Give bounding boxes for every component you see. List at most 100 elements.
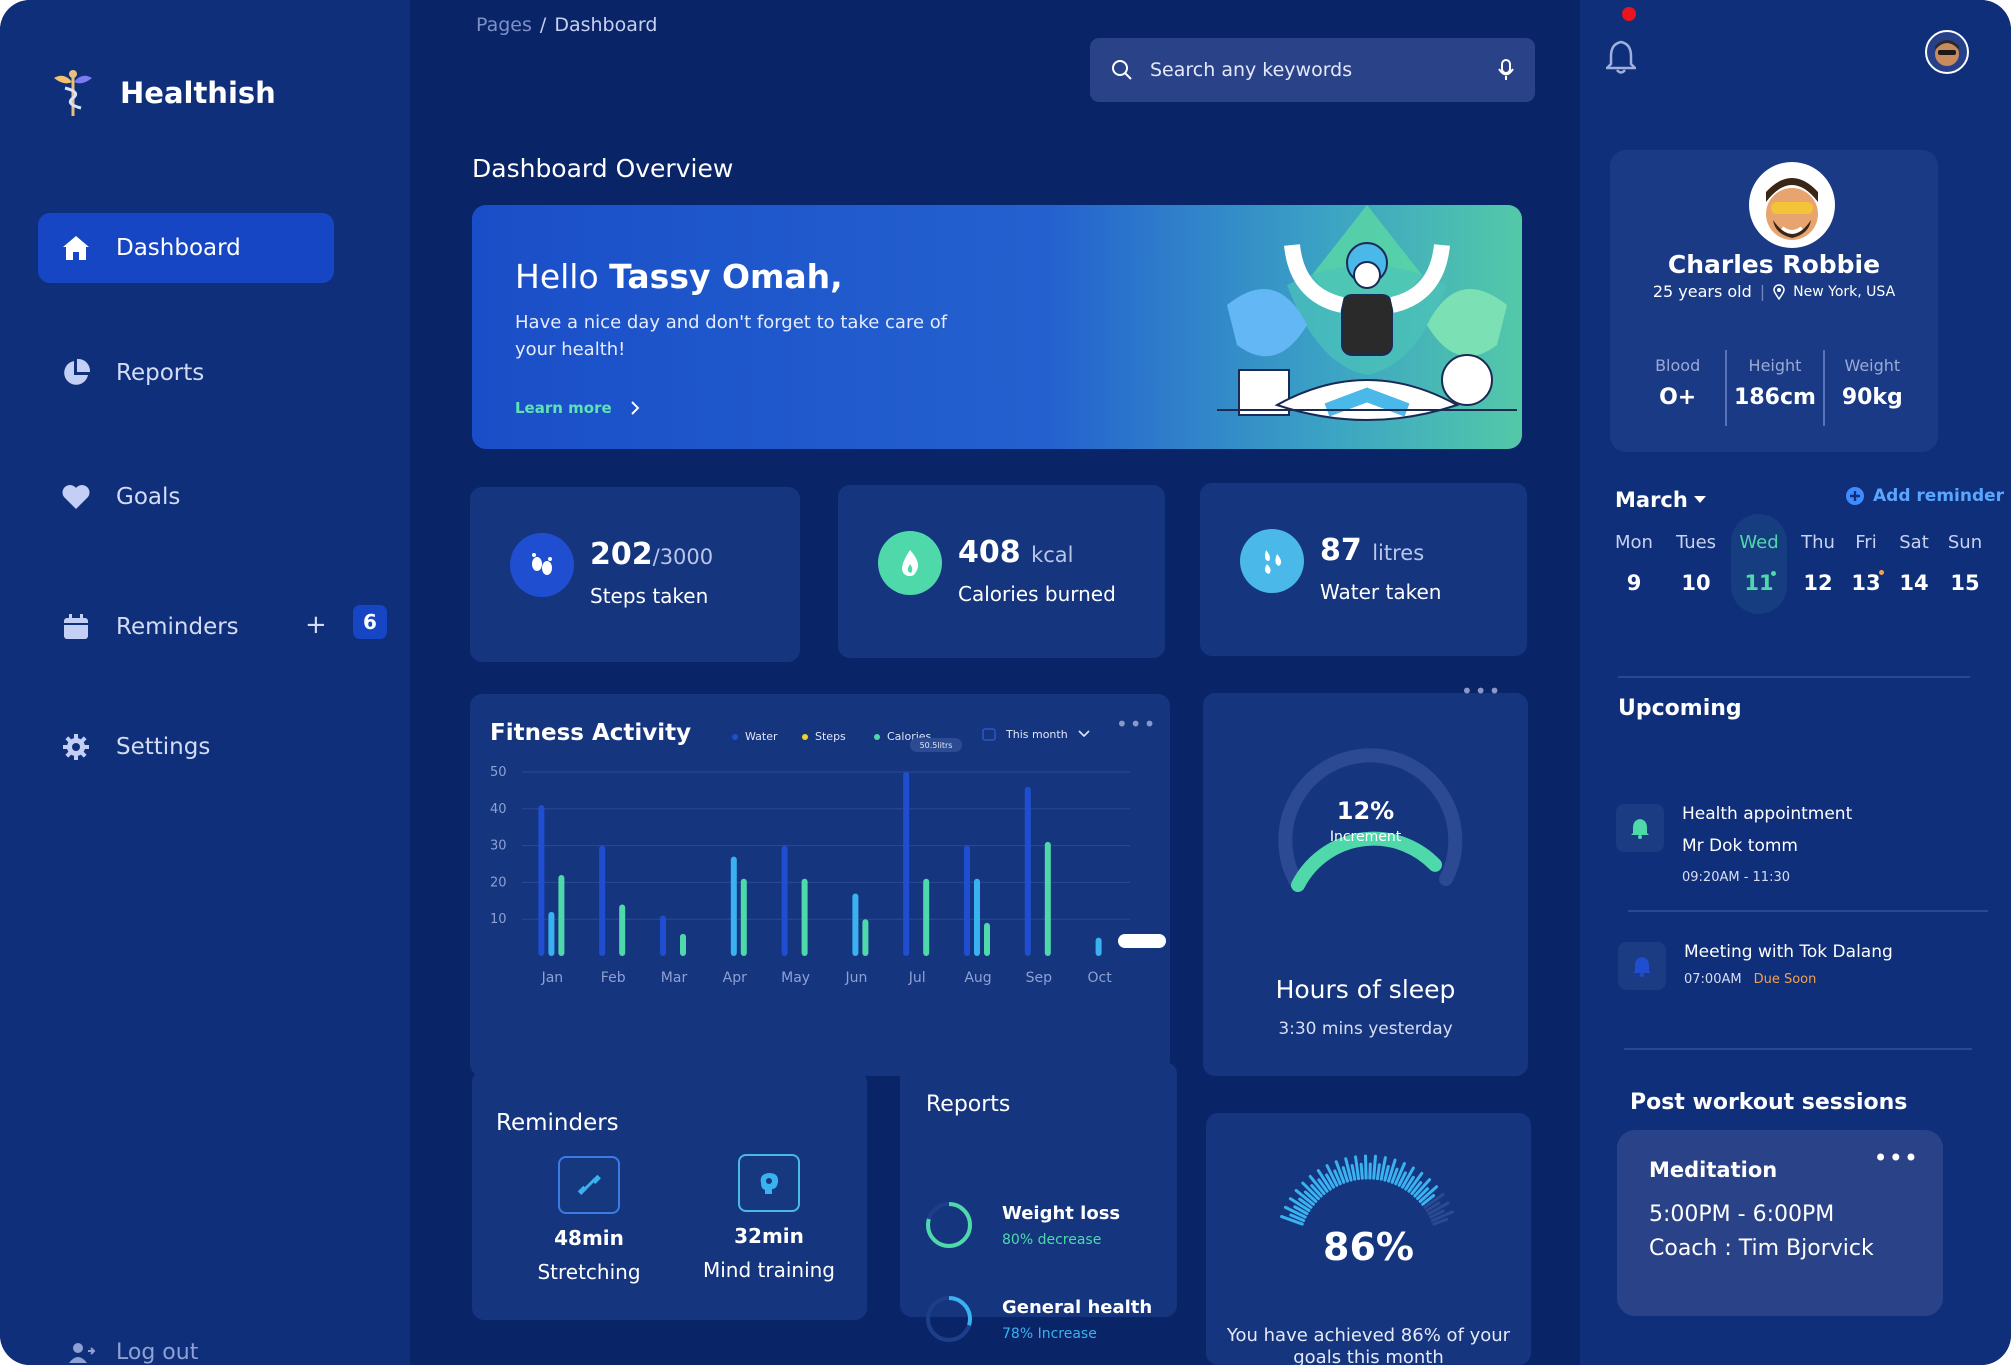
calendar-day-sun[interactable]: Sun 15 [1937, 532, 1993, 595]
sidebar-item-dashboard[interactable]: Dashboard [38, 213, 334, 283]
workout-session-card[interactable]: Meditation ••• 5:00PM - 6:00PM Coach : T… [1617, 1130, 1943, 1316]
sidebar-item-goals[interactable]: Goals [38, 462, 334, 532]
upcoming-item-meeting[interactable]: Meeting with Tok Dalang 07:00AM Due Soon [1618, 942, 1893, 990]
add-reminder-link[interactable]: Add reminder [1845, 486, 2004, 506]
caret-down-icon [1693, 496, 1706, 503]
yoga-illustration [1217, 205, 1517, 421]
location-pin-icon [1773, 283, 1785, 300]
bar-steps[interactable] [548, 911, 555, 956]
y-tick-label: 40 [490, 802, 507, 817]
bar-calories[interactable] [1044, 841, 1051, 956]
event-dot [1879, 570, 1884, 575]
bar-calories[interactable] [801, 878, 808, 956]
reminder-stretching[interactable]: 48min Stretching [514, 1156, 664, 1284]
bar-calories[interactable] [680, 933, 686, 956]
profile-meta: 25 years old | New York, USA [1652, 282, 1896, 301]
user-avatar[interactable] [1925, 30, 1969, 74]
fitness-activity-card: Fitness Activity Water Steps Calories Th… [470, 694, 1170, 1076]
upcoming-title: Upcoming [1618, 696, 1742, 721]
bar-calories[interactable] [862, 919, 869, 956]
bar-water[interactable] [903, 772, 910, 956]
bar-calories[interactable] [923, 878, 930, 956]
bar-water[interactable] [1024, 786, 1031, 956]
calories-value: 408 kcal [958, 535, 1074, 570]
bell-icon [1618, 942, 1666, 990]
sleep-title: Hours of sleep [1275, 975, 1456, 1004]
x-tick-label: Sep [1026, 970, 1053, 986]
reminder-mind-training[interactable]: 32min Mind training [694, 1154, 844, 1282]
goals-card: 86% You have achieved 86% of your goals … [1206, 1113, 1531, 1365]
post-workout-title: Post workout sessions [1630, 1090, 1908, 1115]
breadcrumb-current: Dashboard [554, 14, 658, 36]
y-tick-label: 30 [490, 839, 507, 854]
search-input[interactable] [1150, 59, 1481, 81]
session-time: 5:00PM - 6:00PM [1649, 1202, 1835, 1227]
sidebar-item-label: Settings [116, 734, 211, 760]
water-card[interactable]: 87 litres Water taken [1200, 483, 1527, 656]
brand[interactable]: Healthish [50, 68, 276, 118]
report-weight-loss[interactable]: Weight loss 80% decrease [924, 1200, 1120, 1250]
bar-calories[interactable] [558, 875, 565, 956]
bell-icon [1616, 804, 1664, 852]
bar-water[interactable] [964, 845, 970, 956]
sidebar-item-label: Goals [116, 484, 181, 510]
bar-steps[interactable] [852, 893, 859, 956]
sidebar-item-reminders[interactable]: Reminders [38, 592, 334, 662]
bar-calories[interactable] [740, 878, 747, 956]
calories-card[interactable]: 408 kcal Calories burned [838, 485, 1165, 658]
month-dropdown[interactable]: March [1615, 488, 1706, 512]
bar-calories[interactable] [619, 904, 626, 956]
reports-title: Reports [926, 1092, 1011, 1117]
sidebar-item-reports[interactable]: Reports [38, 338, 334, 408]
footprints-icon [510, 533, 574, 597]
x-tick-label: Feb [601, 970, 626, 986]
x-tick-label: Jan [541, 970, 564, 986]
brand-name: Healthish [120, 76, 276, 110]
y-tick-label: 20 [490, 875, 507, 890]
calendar-day-tue[interactable]: Tues 10 [1668, 532, 1724, 595]
chart-scroll-handle[interactable] [1118, 934, 1166, 948]
gauge-tick [1372, 1154, 1377, 1180]
gear-icon [63, 734, 89, 760]
calories-label: Calories burned [958, 582, 1116, 606]
bar-water[interactable] [660, 915, 666, 956]
bar-steps[interactable] [1095, 937, 1102, 956]
gauge-tick [1359, 1162, 1364, 1180]
session-name: Meditation [1649, 1158, 1778, 1182]
caduceus-logo-icon [54, 70, 92, 116]
calendar-day-wed-selected[interactable]: Wed 11 [1731, 514, 1787, 614]
pie-chart-icon [64, 358, 91, 385]
page-title: Dashboard Overview [472, 154, 734, 183]
breadcrumb-parent[interactable]: Pages [476, 14, 532, 36]
heart-icon [62, 485, 90, 509]
bar-steps[interactable] [974, 878, 980, 956]
sidebar-item-settings[interactable]: Settings [38, 712, 334, 782]
app-window: Healthish Dashboard Reports Goals Remind… [0, 0, 2011, 1365]
gauge-tick [1375, 1163, 1381, 1181]
steps-card[interactable]: 202/3000 Steps taken [470, 487, 800, 662]
bar-water[interactable] [781, 845, 788, 956]
learn-more-link[interactable]: Learn more [515, 399, 640, 417]
calendar-day-sat[interactable]: Sat 14 [1886, 532, 1942, 595]
memoji-avatar-icon [1935, 40, 1959, 66]
bar-steps[interactable] [730, 856, 737, 956]
x-tick-label: May [781, 970, 810, 986]
microphone-icon[interactable] [1497, 58, 1515, 82]
more-options-icon[interactable]: ••• [1874, 1144, 1919, 1172]
add-reminder-button[interactable]: + [305, 610, 327, 640]
sleep-subtitle: 3:30 mins yesterday [1278, 1019, 1453, 1039]
bar-calories[interactable] [984, 922, 990, 956]
profile-stat-height: Height 186cm [1725, 350, 1822, 426]
upcoming-item-health-appointment[interactable]: Health appointment Mr Dok tomm 09:20AM - 1… [1616, 804, 1852, 885]
water-label: Water taken [1320, 580, 1442, 604]
divider [1618, 676, 1970, 678]
bell-icon[interactable] [1606, 38, 1636, 74]
bar-water[interactable] [599, 845, 606, 956]
chevron-right-icon [630, 401, 640, 415]
x-tick-label: Mar [661, 970, 688, 986]
brain-icon [738, 1154, 800, 1212]
logout-button[interactable]: Log out [68, 1340, 198, 1365]
bar-water[interactable] [538, 805, 545, 956]
calendar-day-mon[interactable]: Mon 9 [1606, 532, 1662, 595]
report-general-health[interactable]: General health 78% Increase [924, 1294, 1152, 1344]
